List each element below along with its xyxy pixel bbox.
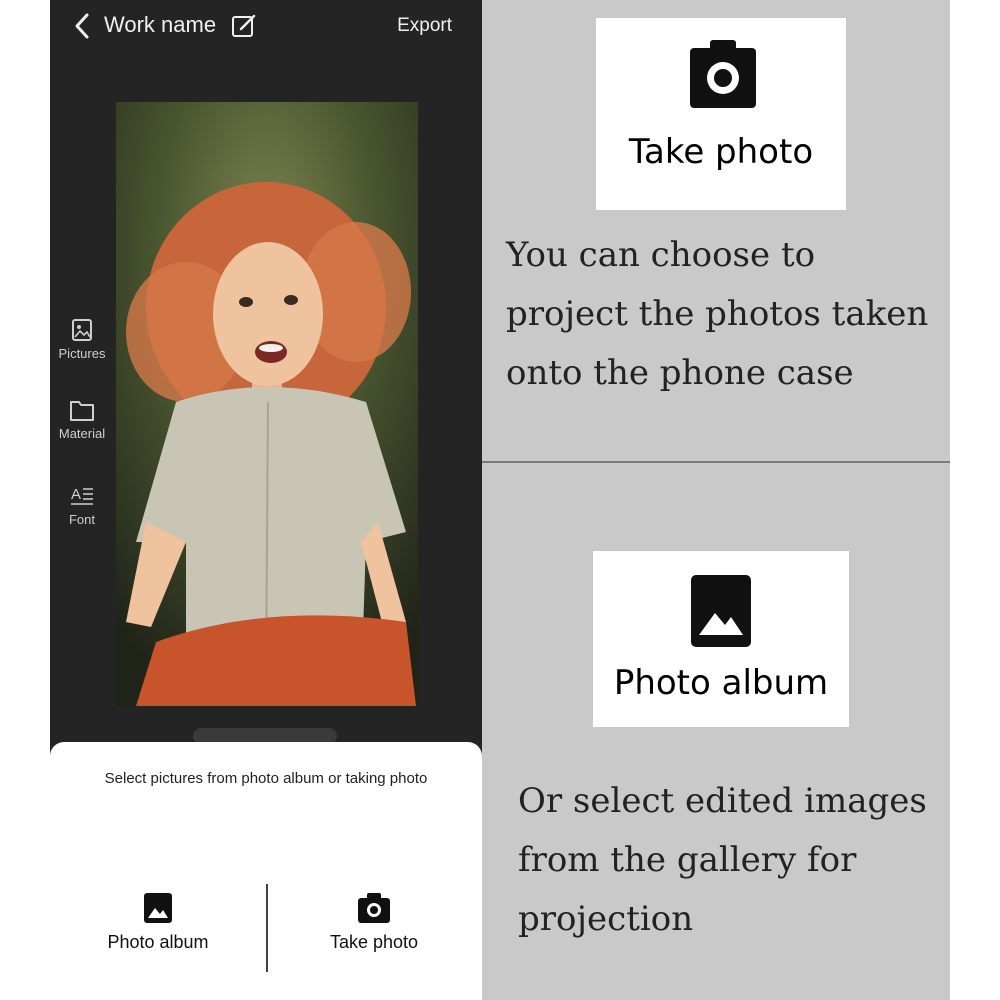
canvas-photo[interactable] <box>116 102 418 706</box>
girl-photo-illustration <box>116 102 418 706</box>
picture-icon <box>72 319 92 341</box>
tool-font[interactable]: A Font <box>50 484 114 527</box>
camera-icon <box>690 40 756 108</box>
option-label: Take photo <box>329 932 419 952</box>
card-label: Photo album <box>613 663 829 703</box>
back-arrow-icon[interactable] <box>72 12 92 40</box>
take-photo-option[interactable]: Take photo <box>266 892 482 953</box>
right-margin <box>950 0 1000 1000</box>
photo-album-option[interactable]: Photo album <box>50 892 266 953</box>
camera-icon <box>358 893 390 923</box>
tool-label: Font <box>68 512 95 527</box>
take-photo-description: You can choose to project the photos tak… <box>506 235 929 393</box>
option-label: Photo album <box>107 932 209 952</box>
photo-album-card: Photo album <box>593 551 849 727</box>
take-photo-panel: Take photo You can choose to project the… <box>482 0 950 462</box>
sheet-title: Select pictures from photo album or taki… <box>104 770 428 787</box>
tool-material[interactable]: Material <box>50 398 114 441</box>
font-icon: A <box>71 486 93 505</box>
edit-icon[interactable] <box>231 13 257 39</box>
tool-pictures[interactable]: Pictures <box>50 318 114 361</box>
export-button[interactable]: Export <box>397 15 452 37</box>
image-icon <box>144 893 172 923</box>
tool-label: Material <box>58 426 106 441</box>
svg-text:A: A <box>71 486 81 503</box>
folder-icon <box>70 401 94 421</box>
image-icon <box>691 575 751 647</box>
top-bar: Work name Export <box>50 0 482 56</box>
photo-album-panel: Photo album Or select edited images from… <box>482 463 950 1000</box>
work-name-title: Work name <box>104 12 217 37</box>
take-photo-card: Take photo <box>596 18 846 210</box>
phone-editor-screen: Work name Export Pictures Material A Fon… <box>50 0 482 1000</box>
card-label: Take photo <box>628 132 814 172</box>
tool-label: Pictures <box>58 346 106 361</box>
photo-album-description: Or select edited images from the gallery… <box>518 781 927 939</box>
photo-source-sheet: Select pictures from photo album or taki… <box>50 742 482 1000</box>
